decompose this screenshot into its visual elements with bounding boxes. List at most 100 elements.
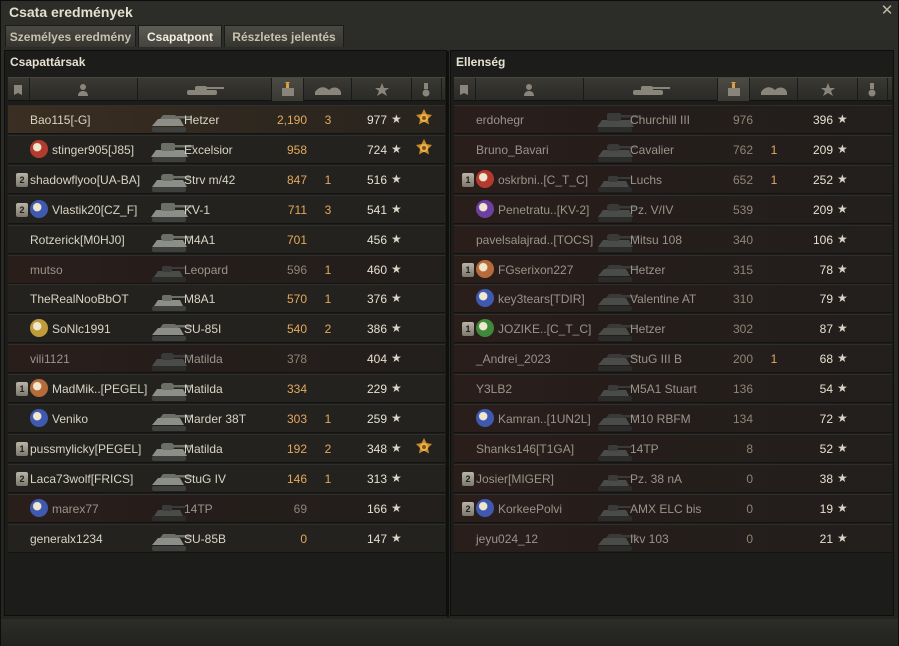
ally-player-row[interactable]: mutso Leopard 596 1 460 ★ bbox=[8, 254, 445, 284]
clan-emblem-icon bbox=[30, 409, 48, 427]
enemy-header-badge[interactable] bbox=[454, 78, 476, 101]
player-name[interactable]: KorkeePolvi bbox=[498, 502, 562, 516]
ally-player-row[interactable]: stinger905[J85] Excelsior 958 724 ★ bbox=[8, 134, 445, 164]
ally-header-player[interactable] bbox=[30, 78, 138, 101]
vehicle-name: 14TP bbox=[630, 441, 659, 456]
ally-player-row[interactable]: SoNlc1991 SU-85I 540 2 386 ★ bbox=[8, 314, 445, 344]
player-name[interactable]: MadMik..[PEGEL] bbox=[52, 382, 147, 396]
player-name[interactable]: TheRealNooBbOT bbox=[30, 292, 129, 306]
enemy-player-row[interactable]: pavelsalajrad..[TOCS] Mitsu 108 340 106 ★ bbox=[454, 224, 892, 254]
xp-star-icon: ★ bbox=[837, 530, 848, 545]
player-name[interactable]: shadowflyoo[UA-BA] bbox=[30, 173, 140, 187]
ally-player-row[interactable]: Bao115[-G] Hetzer 2,190 3 977 ★ bbox=[8, 105, 445, 134]
ally-header-badge[interactable] bbox=[8, 78, 30, 101]
enemy-player-row[interactable]: Penetratu..[KV-2] Pz. V/IV 539 209 ★ bbox=[454, 194, 892, 224]
ally-header-tank[interactable] bbox=[138, 78, 272, 101]
player-name[interactable]: _Andrei_2023 bbox=[476, 352, 551, 366]
medal-icon[interactable] bbox=[414, 437, 434, 458]
clan-emblem-icon bbox=[30, 379, 48, 398]
player-name[interactable]: Penetratu..[KV-2] bbox=[498, 203, 589, 217]
xp-star-icon: ★ bbox=[837, 440, 848, 455]
enemy-column-header bbox=[454, 77, 892, 101]
player-name[interactable]: jeyu024_12 bbox=[476, 532, 538, 546]
player-name[interactable]: JOZIKE..[C_T_C] bbox=[498, 322, 591, 336]
ally-header-xp-star[interactable] bbox=[352, 78, 412, 101]
player-name[interactable]: vili1121 bbox=[30, 352, 70, 366]
player-name[interactable]: Bruno_Bavari bbox=[476, 143, 549, 157]
enemy-player-row[interactable]: Shanks146[T1GA] 14TP 8 52 ★ bbox=[454, 433, 892, 463]
vehicle-name: SU-85B bbox=[184, 531, 227, 546]
damage-value: 134 bbox=[732, 412, 753, 426]
enemy-player-row[interactable]: erdohegr Churchill III 976 396 ★ bbox=[454, 105, 892, 134]
player-name[interactable]: Vlastik20[CZ_F] bbox=[52, 203, 137, 217]
enemy-header-xp-star[interactable] bbox=[798, 78, 858, 101]
enemy-header-medal[interactable] bbox=[858, 78, 888, 101]
player-name[interactable]: pussmylicky[PEGEL] bbox=[30, 442, 141, 456]
player-name[interactable]: Bao115[-G] bbox=[30, 113, 90, 127]
player-name[interactable]: marex77 bbox=[52, 502, 99, 516]
enemy-player-row[interactable]: _Andrei_2023 StuG III B 200 1 68 ★ bbox=[454, 344, 892, 374]
enemy-player-row[interactable]: 1 JOZIKE..[C_T_C] Hetzer 302 87 ★ bbox=[454, 314, 892, 344]
player-name[interactable]: Kamran..[1UN2L] bbox=[498, 412, 591, 426]
player-name[interactable]: Josier[MIGER] bbox=[476, 472, 554, 486]
ally-player-row[interactable]: TheRealNooBbOT M8A1 570 1 376 ★ bbox=[8, 284, 445, 314]
damage-value: 315 bbox=[732, 262, 753, 277]
enemy-player-row[interactable]: jeyu024_12 Ikv 103 0 21 ★ bbox=[454, 523, 892, 553]
enemy-header-kills[interactable] bbox=[750, 78, 798, 101]
enemy-player-row[interactable]: 1 oskrbni..[C_T_C] Luchs 652 1 252 ★ bbox=[454, 164, 892, 194]
tab-team-score[interactable]: Csapatpont bbox=[138, 25, 222, 47]
enemy-player-row[interactable]: 2 KorkeePolvi AMX ELC bis 0 19 ★ bbox=[454, 493, 892, 523]
ally-header-kills[interactable] bbox=[304, 78, 352, 101]
player-name[interactable]: erdohegr bbox=[476, 113, 524, 127]
damage-value: 146 bbox=[286, 471, 307, 486]
xp-star-icon: ★ bbox=[837, 381, 848, 396]
enemy-header-tank[interactable] bbox=[584, 78, 718, 101]
clan-emblem-icon bbox=[476, 259, 494, 278]
player-name[interactable]: Laca73wolf[FRICS] bbox=[30, 472, 133, 486]
enemy-header-player[interactable] bbox=[476, 78, 584, 101]
kills-icon bbox=[760, 86, 787, 95]
enemy-header-damage[interactable] bbox=[718, 78, 750, 101]
vehicle-name: 14TP bbox=[184, 501, 213, 516]
ally-player-row[interactable]: Rotzerick[M0HJ0] M4A1 701 456 ★ bbox=[8, 224, 445, 254]
ally-player-row[interactable]: marex77 14TP 69 166 ★ bbox=[8, 493, 445, 523]
player-name[interactable]: Veniko bbox=[52, 412, 88, 426]
player-name[interactable]: oskrbni..[C_T_C] bbox=[498, 173, 588, 187]
enemy-player-row[interactable]: 1 FGserixon227 Hetzer 315 78 ★ bbox=[454, 254, 892, 284]
ally-player-row[interactable]: 1 pussmylicky[PEGEL] Matilda 192 2 348 ★ bbox=[8, 433, 445, 463]
ally-player-row[interactable]: vili1121 Matilda 378 404 ★ bbox=[8, 344, 445, 374]
enemy-player-row[interactable]: key3tears[TDIR] Valentine AT 310 79 ★ bbox=[454, 284, 892, 314]
ally-header-damage[interactable] bbox=[272, 78, 304, 101]
player-name[interactable]: generalx1234 bbox=[30, 532, 103, 546]
ally-player-row[interactable]: 2 Vlastik20[CZ_F] KV-1 711 3 541 ★ bbox=[8, 194, 445, 224]
ally-player-row[interactable]: generalx1234 SU-85B 0 147 ★ bbox=[8, 523, 445, 553]
tab-detailed-report[interactable]: Részletes jelentés bbox=[224, 25, 344, 47]
ally-player-row[interactable]: 2 Laca73wolf[FRICS] StuG IV 146 1 313 ★ bbox=[8, 463, 445, 493]
medal-icon[interactable] bbox=[414, 109, 434, 129]
tab-personal-results[interactable]: Személyes eredmény bbox=[5, 25, 136, 47]
player-name[interactable]: stinger905[J85] bbox=[52, 143, 134, 157]
player-name[interactable]: key3tears[TDIR] bbox=[498, 292, 585, 306]
xp-value: 166 bbox=[366, 501, 387, 516]
player-name[interactable]: Y3LB2 bbox=[476, 382, 512, 396]
ally-player-row[interactable]: 2 shadowflyoo[UA-BA] Strv m/42 847 1 516 ★ bbox=[8, 164, 445, 194]
xp-star-icon: ★ bbox=[837, 470, 848, 485]
player-name[interactable]: mutso bbox=[30, 263, 63, 277]
close-icon[interactable]: ✕ bbox=[879, 3, 895, 19]
enemy-player-row[interactable]: Bruno_Bavari Cavalier 762 1 209 ★ bbox=[454, 134, 892, 164]
enemy-player-row[interactable]: 2 Josier[MIGER] Pz. 38 nA 0 38 ★ bbox=[454, 463, 892, 493]
player-name[interactable]: SoNlc1991 bbox=[52, 322, 111, 336]
ally-player-row[interactable]: 1 MadMik..[PEGEL] Matilda 334 229 ★ bbox=[8, 374, 445, 404]
player-name[interactable]: Shanks146[T1GA] bbox=[476, 442, 574, 456]
medal-emblem-icon bbox=[416, 138, 432, 155]
player-name[interactable]: Rotzerick[M0HJ0] bbox=[30, 233, 125, 247]
player-name[interactable]: pavelsalajrad..[TOCS] bbox=[476, 233, 593, 247]
medal-icon[interactable] bbox=[414, 138, 434, 159]
player-name[interactable]: FGserixon227 bbox=[498, 263, 573, 277]
enemy-player-row[interactable]: Y3LB2 M5A1 Stuart 136 54 ★ bbox=[454, 374, 892, 404]
enemy-player-row[interactable]: Kamran..[1UN2L] M10 RBFM 134 72 ★ bbox=[454, 404, 892, 433]
kills-value: 3 bbox=[324, 202, 332, 217]
kills-value: 2 bbox=[324, 322, 332, 337]
ally-header-medal[interactable] bbox=[412, 78, 442, 101]
ally-player-row[interactable]: Veniko Marder 38T 303 1 259 ★ bbox=[8, 404, 445, 433]
